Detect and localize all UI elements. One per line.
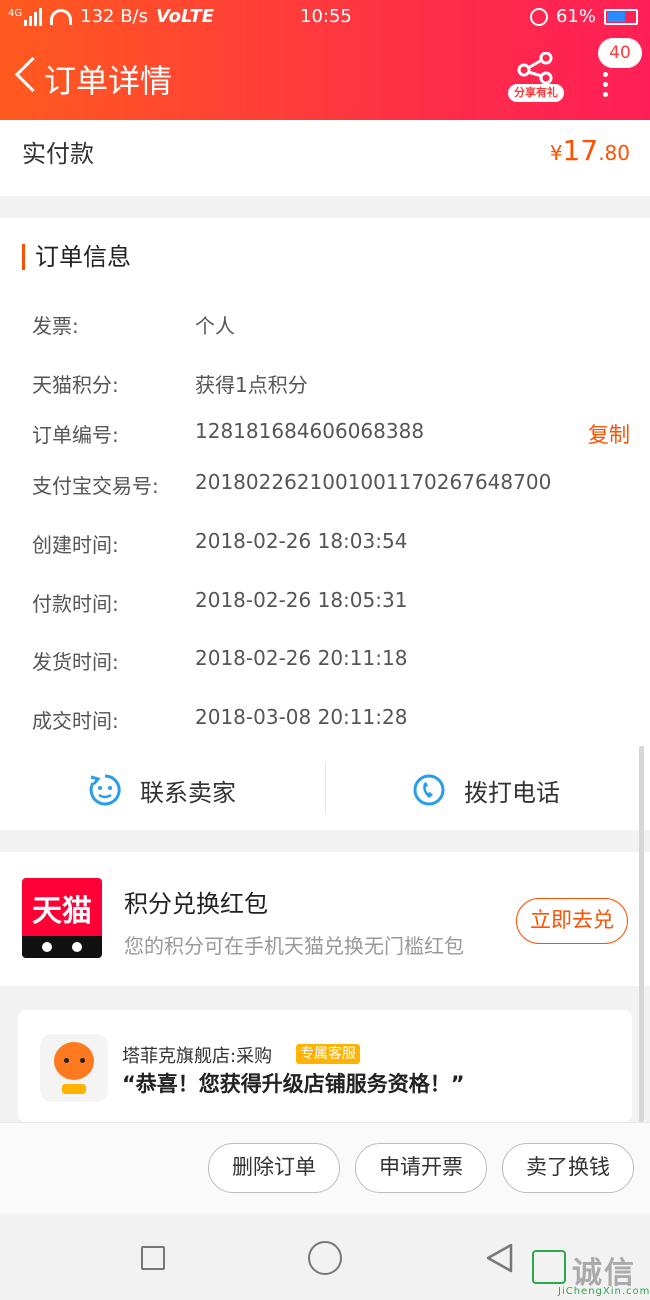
sell-item-button[interactable]: 卖了换钱 <box>502 1143 634 1193</box>
row-key: 天猫积分: <box>32 373 119 397</box>
watermark: 诚信 JiChengXin.com <box>532 1248 650 1298</box>
card-title: 积分兑换红包 <box>124 890 268 918</box>
signal-icon: 4G <box>8 7 43 26</box>
home-button[interactable] <box>308 1241 342 1275</box>
points-exchange-card: 天猫 积分兑换红包 您的积分可在手机天猫兑换无门槛红包 立即去兑 <box>0 852 650 986</box>
section-title: 订单信息 <box>22 244 131 270</box>
share-icon <box>517 52 553 84</box>
recent-apps-button[interactable] <box>141 1246 165 1270</box>
app-header: 4G 132 B/s VoLTE 10:55 61% 订单详情 分享有礼 40 <box>0 0 650 120</box>
row-key: 创建时间: <box>32 533 119 557</box>
row-value: 128181684606068388 <box>195 419 425 443</box>
row-value: 获得1点积分 <box>195 373 308 397</box>
tmall-logo: 天猫 <box>22 878 102 958</box>
row-value: 2018-03-08 20:11:28 <box>195 705 408 729</box>
paid-label: 实付款 <box>22 140 94 168</box>
request-invoice-button[interactable]: 申请开票 <box>355 1143 487 1193</box>
battery-icon <box>604 8 638 25</box>
amount-integer: 17 <box>562 134 599 167</box>
clock: 10:55 <box>300 6 352 27</box>
scrollbar[interactable] <box>639 746 644 1122</box>
amount-decimal: .80 <box>598 141 630 165</box>
more-dots-icon <box>603 72 609 97</box>
currency-symbol: ¥ <box>549 141 563 165</box>
row-key: 支付宝交易号: <box>32 474 159 498</box>
more-menu-button[interactable]: 40 <box>598 38 644 98</box>
redeem-button[interactable]: 立即去兑 <box>516 898 628 944</box>
order-info-section: 订单信息 发票: 个人 天猫积分: 获得1点积分 订单编号: 128181684… <box>0 218 650 830</box>
service-avatar <box>40 1034 108 1102</box>
contact-bar: 联系卖家 拨打电话 <box>0 748 650 830</box>
back-button[interactable] <box>12 58 40 94</box>
service-message: “恭喜！您获得升级店铺服务资格！” <box>122 1072 465 1096</box>
chat-face-icon <box>89 774 121 806</box>
shop-name: 塔菲克旗舰店:采购 <box>122 1046 273 1067</box>
watermark-url: JiChengXin.com <box>558 1286 650 1297</box>
page-title: 订单详情 <box>44 62 173 100</box>
network-type: 4G <box>8 7 23 19</box>
divider <box>325 762 326 814</box>
row-value: 2018-02-26 20:11:18 <box>195 646 408 670</box>
volte-indicator: VoLTE <box>156 6 215 27</box>
rotation-lock-icon <box>529 7 548 26</box>
call-phone-button[interactable]: 拨打电话 <box>412 770 560 810</box>
message-count-badge: 40 <box>598 38 642 68</box>
contact-seller-label: 联系卖家 <box>140 778 236 807</box>
paid-amount-row: 实付款 ¥17.80 <box>0 120 650 196</box>
share-label: 分享有礼 <box>508 84 564 102</box>
status-bar: 4G 132 B/s VoLTE 10:55 61% <box>0 0 650 34</box>
info-row-invoice: 发票: 个人 <box>32 310 632 340</box>
info-row-paid-time: 付款时间: 2018-02-26 18:05:31 <box>32 588 632 618</box>
delete-order-button[interactable]: 删除订单 <box>208 1143 340 1193</box>
info-row-alipay-number: 支付宝交易号: 2018022621001001170267648700 <box>32 470 632 500</box>
service-tag-badge: 专属客服 <box>296 1044 360 1064</box>
card-subtitle: 您的积分可在手机天猫兑换无门槛红包 <box>124 934 464 958</box>
row-key: 成交时间: <box>32 709 119 733</box>
battery-percent: 61% <box>555 6 596 27</box>
info-row-order-number: 订单编号: 128181684606068388 复制 <box>32 419 632 449</box>
row-value: 个人 <box>195 314 235 338</box>
info-row-shipped-time: 发货时间: 2018-02-26 20:11:18 <box>32 646 632 676</box>
call-phone-label: 拨打电话 <box>464 778 560 807</box>
row-key: 订单编号: <box>32 423 119 447</box>
row-key: 付款时间: <box>32 592 119 616</box>
row-value: 2018-02-26 18:03:54 <box>195 529 408 553</box>
tmall-logo-text: 天猫 <box>32 894 92 929</box>
watermark-logo-icon <box>532 1250 566 1284</box>
phone-icon <box>413 774 445 806</box>
info-row-created: 创建时间: 2018-02-26 18:03:54 <box>32 529 632 559</box>
info-row-points: 天猫积分: 获得1点积分 <box>32 369 632 399</box>
info-row-completed-time: 成交时间: 2018-03-08 20:11:28 <box>32 705 632 735</box>
wifi-icon <box>50 8 73 25</box>
row-key: 发票: <box>32 314 79 338</box>
row-key: 发货时间: <box>32 650 119 674</box>
network-speed: 132 B/s <box>80 6 148 27</box>
service-message-card[interactable]: 塔菲克旗舰店:采购 专属客服 “恭喜！您获得升级店铺服务资格！” <box>18 1010 632 1122</box>
contact-seller-button[interactable]: 联系卖家 <box>88 770 236 810</box>
row-value: 2018022621001001170267648700 <box>195 470 552 494</box>
share-button[interactable]: 分享有礼 <box>508 50 564 102</box>
paid-amount: ¥17.80 <box>550 134 630 167</box>
bow-tie-icon <box>62 1084 86 1094</box>
copy-button[interactable]: 复制 <box>588 419 630 449</box>
row-value: 2018-02-26 18:05:31 <box>195 588 408 612</box>
tmall-cat-icon <box>22 936 102 958</box>
back-nav-button[interactable] <box>484 1242 514 1274</box>
order-action-bar: 删除订单 申请开票 卖了换钱 <box>0 1122 650 1214</box>
